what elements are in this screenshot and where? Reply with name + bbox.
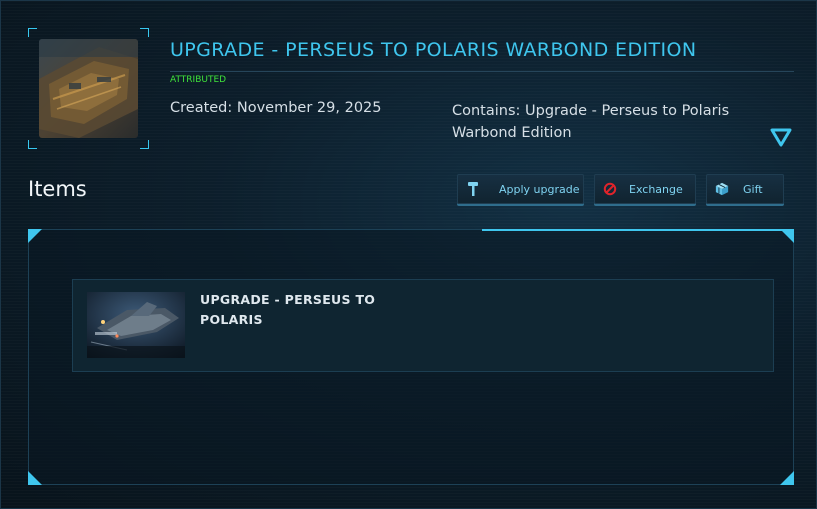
gift-box-icon	[715, 182, 729, 196]
ship-image	[87, 292, 185, 358]
contains-text: Contains: Upgrade - Perseus to Polaris W…	[452, 103, 730, 141]
panel-corner	[28, 471, 42, 485]
frame-corner	[28, 140, 37, 149]
apply-upgrade-button[interactable]: Apply upgrade	[457, 174, 584, 204]
apply-upgrade-label: Apply upgrade	[499, 182, 580, 196]
panel-accent-line	[482, 229, 782, 231]
pledge-thumbnail-frame	[28, 28, 149, 149]
triangle-down-icon[interactable]	[770, 127, 792, 147]
status-badge: ATTRIBUTED	[170, 75, 227, 85]
panel-corner	[28, 229, 42, 243]
hammer-icon	[466, 182, 480, 196]
gift-label: Gift	[743, 182, 763, 196]
exchange-label: Exchange	[629, 182, 683, 196]
frame-corner	[28, 28, 37, 37]
pledge-detail-page: UPGRADE - PERSEUS TO POLARIS WARBOND EDI…	[0, 0, 817, 509]
title-divider	[170, 71, 794, 72]
panel-corner	[780, 471, 794, 485]
ship-thumbnail-image	[39, 39, 138, 138]
items-heading: Items	[28, 177, 87, 201]
frame-corner	[140, 140, 149, 149]
gift-button[interactable]: Gift	[706, 174, 784, 204]
panel-corner	[780, 229, 794, 243]
created-date: Created: November 29, 2025	[170, 100, 382, 116]
pledge-title: UPGRADE - PERSEUS TO POLARIS WARBOND EDI…	[170, 39, 697, 61]
exchange-button[interactable]: Exchange	[594, 174, 696, 204]
prohibited-icon	[603, 182, 617, 196]
item-title: UPGRADE - PERSEUS TO POLARIS	[200, 292, 376, 327]
frame-corner	[140, 28, 149, 37]
